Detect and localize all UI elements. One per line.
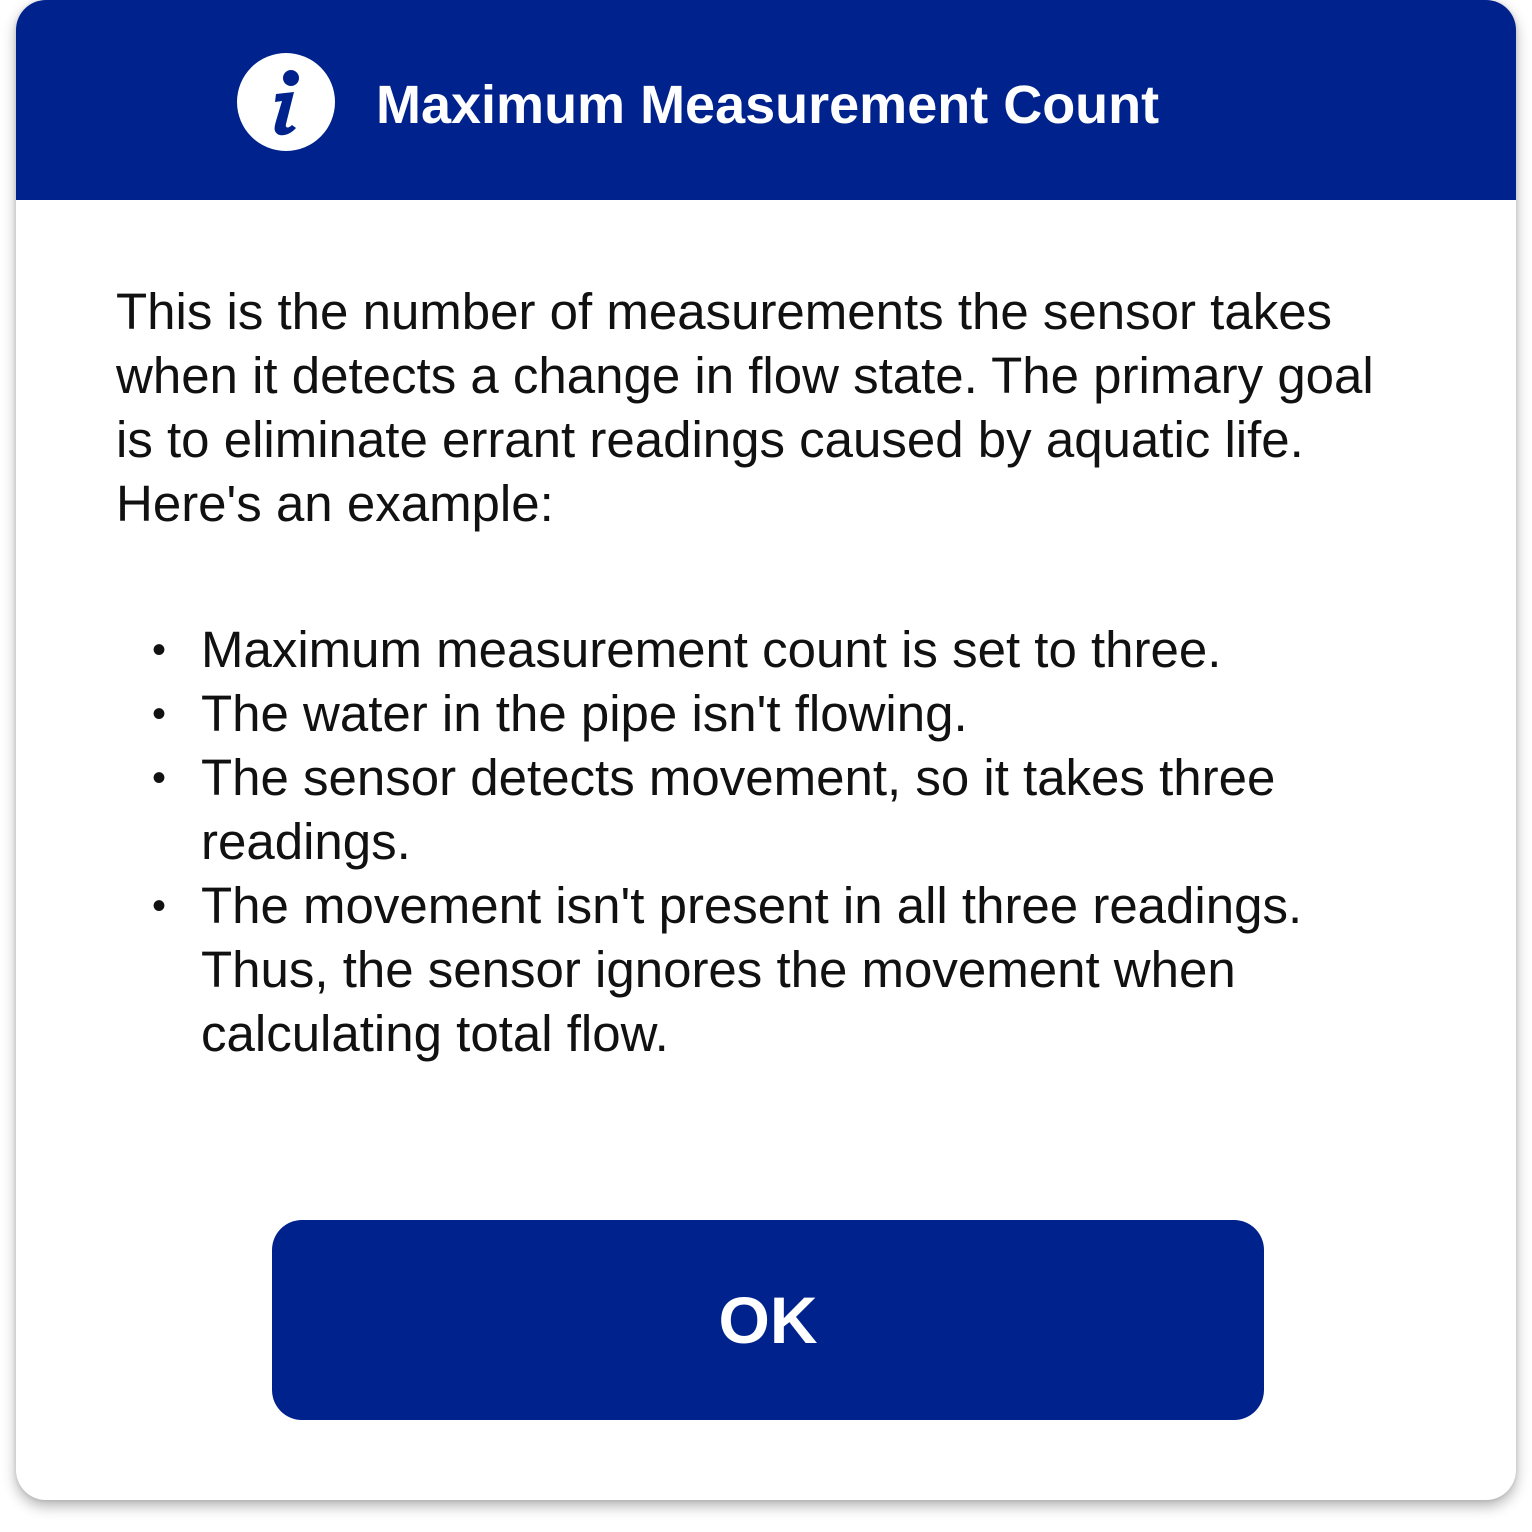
info-dialog: Maximum Measurement Count This is the nu…: [16, 0, 1516, 1500]
dialog-description: This is the number of measurements the s…: [116, 283, 1374, 532]
list-item-text: The sensor detects movement, so it takes…: [201, 749, 1276, 870]
list-item-text: The movement isn't present in all three …: [201, 877, 1303, 1062]
example-list: • Maximum measurement count is set to th…: [116, 618, 1416, 1066]
info-icon: [236, 52, 336, 152]
dialog-title: Maximum Measurement Count: [376, 75, 1160, 135]
ok-button[interactable]: OK: [272, 1220, 1264, 1420]
list-item: • The water in the pipe isn't flowing.: [116, 682, 1416, 746]
list-item-text: The water in the pipe isn't flowing.: [201, 685, 968, 742]
bullet-icon: •: [152, 756, 167, 800]
bullet-icon: •: [152, 884, 167, 928]
list-item: • Maximum measurement count is set to th…: [116, 618, 1416, 682]
bullet-icon: •: [152, 628, 167, 672]
list-item: • The movement isn't present in all thre…: [116, 874, 1416, 1066]
list-item-text: Maximum measurement count is set to thre…: [201, 621, 1222, 678]
bullet-icon: •: [152, 692, 167, 736]
list-item: • The sensor detects movement, so it tak…: [116, 746, 1416, 874]
dialog-header: Maximum Measurement Count: [16, 0, 1516, 200]
